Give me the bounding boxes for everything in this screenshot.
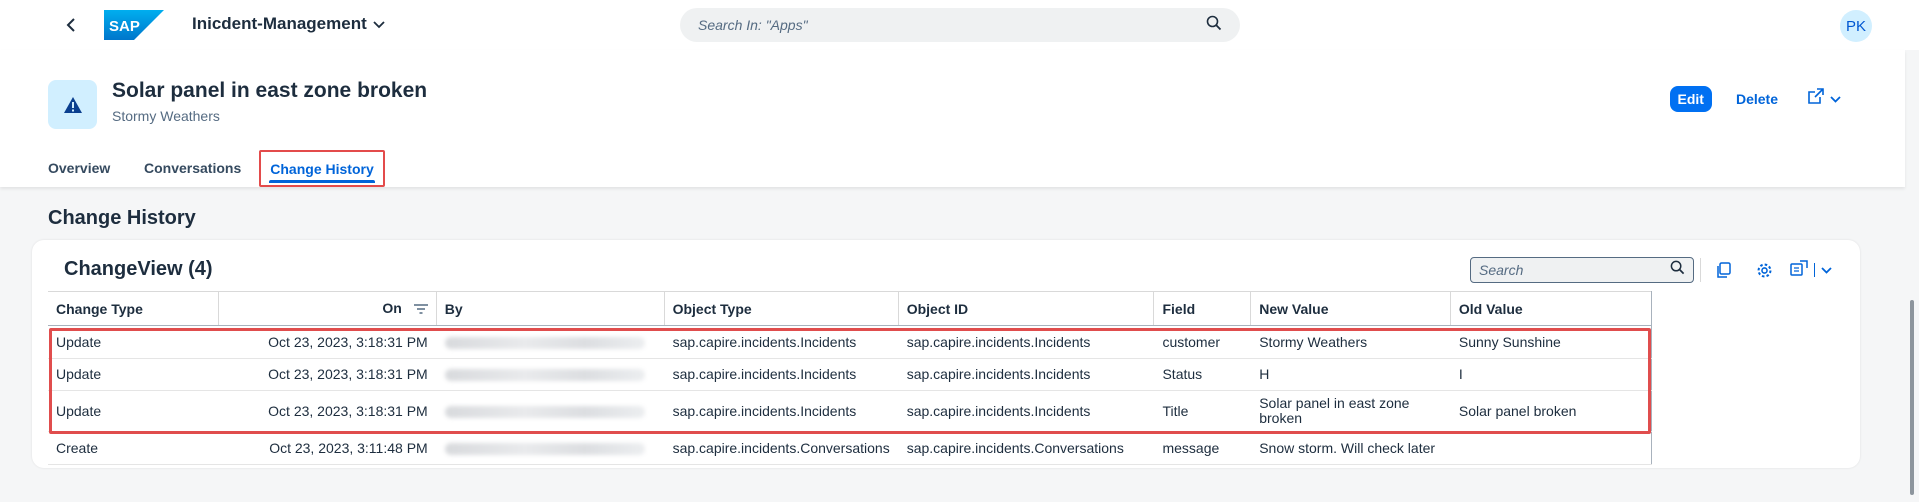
avatar[interactable]: PK: [1840, 10, 1872, 42]
column-header-old-value[interactable]: Old Value: [1450, 291, 1652, 326]
cell-change-type: Update: [48, 325, 219, 359]
column-header-object-type[interactable]: Object Type: [664, 291, 899, 326]
column-header-new-value[interactable]: New Value: [1250, 291, 1451, 326]
column-header-field[interactable]: Field: [1153, 291, 1252, 326]
cell-on: Oct 23, 2023, 3:18:31 PM: [218, 390, 437, 432]
cell-field: customer: [1153, 325, 1251, 359]
cell-by: [436, 325, 665, 359]
cell-new-value: Solar panel in east zone broken: [1250, 390, 1451, 432]
header-actions: Edit Delete: [1669, 84, 1847, 113]
cell-on: Oct 23, 2023, 3:18:31 PM: [218, 325, 437, 359]
tab-overview[interactable]: Overview: [48, 151, 130, 185]
cell-old-value: Solar panel broken: [1450, 390, 1652, 432]
cell-field: message: [1153, 431, 1251, 465]
cell-field: Title: [1153, 390, 1251, 432]
chevron-down-icon: [1821, 261, 1832, 279]
sap-logo[interactable]: SAP: [104, 10, 164, 40]
cell-object-type: sap.capire.incidents.Incidents: [664, 358, 899, 391]
table-row[interactable]: Update Oct 23, 2023, 3:18:31 PM sap.capi…: [48, 358, 1860, 391]
edit-button[interactable]: Edit: [1669, 85, 1712, 112]
table-title: ChangeView (4): [64, 258, 213, 280]
cell-object-id: sap.capire.incidents.Incidents: [898, 325, 1154, 359]
section-title: Change History: [48, 207, 196, 229]
cell-new-value: Stormy Weathers: [1250, 325, 1451, 359]
table-row[interactable]: Update Oct 23, 2023, 3:18:31 PM sap.capi…: [48, 390, 1860, 432]
page-subtitle: Stormy Weathers: [112, 108, 220, 124]
export-icon: [1790, 259, 1808, 281]
cell-spacer: [1651, 359, 1860, 391]
app-title: Inicdent-Management: [192, 14, 367, 33]
table-row[interactable]: Update Oct 23, 2023, 3:18:31 PM sap.capi…: [48, 325, 1860, 359]
split-divider: [1814, 263, 1815, 277]
cell-object-id: sap.capire.incidents.Incidents: [898, 358, 1154, 391]
table-row[interactable]: Create Oct 23, 2023, 3:11:48 PM sap.capi…: [48, 431, 1860, 465]
chevron-down-icon: [1830, 90, 1841, 108]
chevron-down-icon: [373, 14, 385, 34]
tab-change-history[interactable]: Change History: [259, 150, 385, 187]
cell-spacer: [1651, 326, 1860, 359]
cell-change-type: Update: [48, 390, 219, 432]
column-header-spacer: [1651, 292, 1860, 326]
tab-conversations[interactable]: Conversations: [144, 151, 249, 185]
cell-field: Status: [1153, 358, 1251, 391]
shell-bar: SAP Inicdent-Management Search In: "Apps…: [0, 0, 1919, 50]
column-header-change-type[interactable]: Change Type: [48, 291, 220, 326]
back-icon[interactable]: [60, 13, 82, 37]
cell-by: [436, 431, 665, 465]
cell-change-type: Update: [48, 358, 219, 391]
table-search-placeholder: Search: [1479, 262, 1524, 278]
redacted-user: [444, 442, 645, 455]
redacted-user: [444, 369, 645, 382]
change-history-table: Change Type On By Object Type Object ID …: [48, 291, 1860, 465]
share-menu-button[interactable]: [1802, 84, 1847, 113]
cell-new-value: Snow storm. Will check later: [1250, 431, 1451, 465]
global-search-input[interactable]: Search In: "Apps": [680, 8, 1240, 42]
cell-object-type: sap.capire.incidents.Incidents: [664, 325, 899, 359]
scrollbar[interactable]: [1910, 300, 1914, 495]
cell-on: Oct 23, 2023, 3:18:31 PM: [218, 358, 437, 391]
column-header-on-label: On: [382, 299, 402, 316]
copy-icon[interactable]: [1710, 256, 1738, 284]
search-icon[interactable]: [1670, 260, 1685, 280]
page-title: Solar panel in east zone broken: [112, 79, 428, 102]
tab-bar: Overview Conversations Change History: [48, 150, 385, 188]
share-icon: [1808, 88, 1824, 109]
cell-spacer: [1651, 391, 1860, 432]
search-placeholder: Search In: "Apps": [698, 17, 808, 33]
search-icon[interactable]: [1206, 15, 1222, 36]
toolbar-divider: [1700, 258, 1701, 282]
sort-icon: [413, 301, 428, 317]
table-search-input[interactable]: Search: [1470, 257, 1694, 283]
export-menu-button[interactable]: [1790, 256, 1838, 284]
object-page-header: Solar panel in east zone broken Stormy W…: [0, 50, 1905, 187]
cell-old-value: I: [1450, 358, 1652, 391]
cell-object-id: sap.capire.incidents.Conversations: [898, 431, 1154, 465]
app-title-menu[interactable]: Inicdent-Management: [192, 14, 385, 34]
redacted-user: [444, 336, 645, 349]
cell-on: Oct 23, 2023, 3:11:48 PM: [218, 431, 437, 465]
cell-by: [436, 358, 665, 391]
redacted-user: [444, 405, 645, 418]
cell-object-type: sap.capire.incidents.Conversations: [664, 431, 899, 465]
cell-change-type: Create: [48, 431, 219, 465]
cell-old-value: [1450, 431, 1652, 465]
change-history-table-card: ChangeView (4) Search Change Type On By …: [32, 240, 1860, 468]
cell-object-id: sap.capire.incidents.Incidents: [898, 390, 1154, 432]
delete-button[interactable]: Delete: [1726, 85, 1788, 113]
column-header-on[interactable]: On: [218, 291, 437, 326]
table-header-row: Change Type On By Object Type Object ID …: [48, 291, 1860, 326]
cell-object-type: sap.capire.incidents.Incidents: [664, 390, 899, 432]
cell-new-value: H: [1250, 358, 1451, 391]
cell-by: [436, 390, 665, 432]
cell-spacer: [1651, 432, 1860, 465]
cell-old-value: Sunny Sunshine: [1450, 325, 1652, 359]
settings-icon[interactable]: [1750, 256, 1778, 284]
warning-icon: [48, 80, 97, 129]
column-header-object-id[interactable]: Object ID: [898, 291, 1155, 326]
column-header-by[interactable]: By: [436, 291, 665, 326]
svg-text:SAP: SAP: [109, 18, 140, 35]
